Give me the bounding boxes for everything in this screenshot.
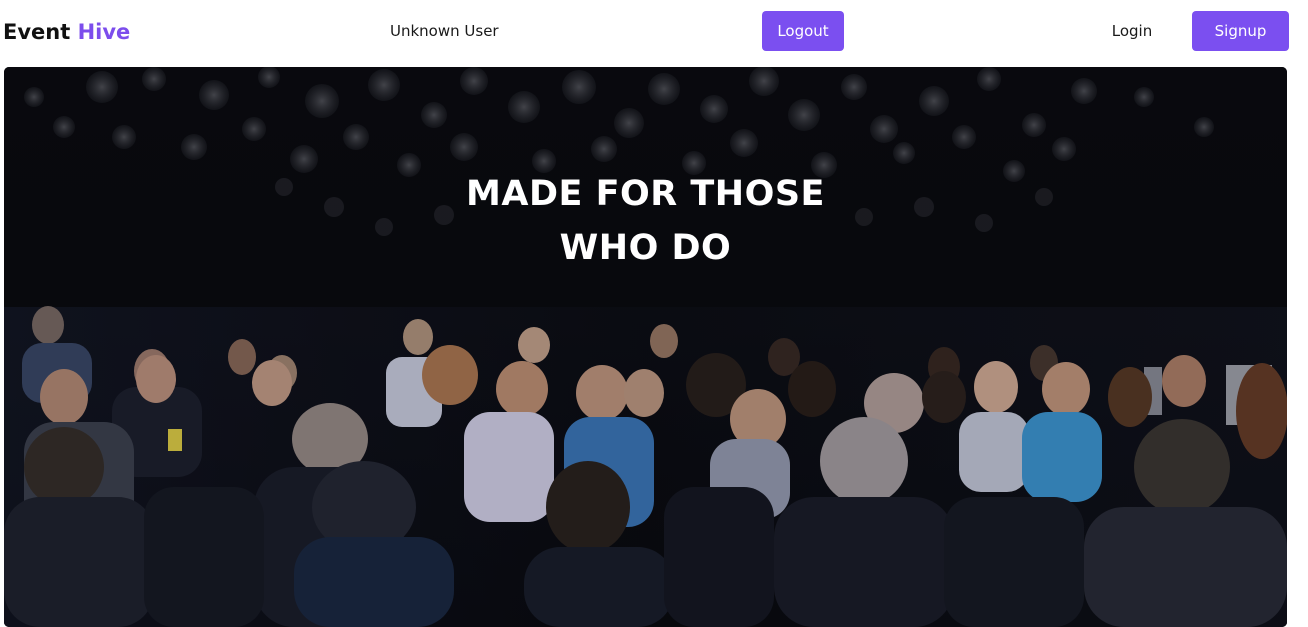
brand-name-event: Event bbox=[3, 20, 71, 44]
logout-button[interactable]: Logout bbox=[762, 11, 844, 51]
signup-button[interactable]: Signup bbox=[1192, 11, 1289, 51]
current-user-name: Unknown User bbox=[390, 22, 499, 40]
brand-name-hive: Hive bbox=[77, 20, 131, 44]
brand-logo[interactable]: Event Hive bbox=[3, 18, 130, 46]
hero-headline-line1: MADE FOR THOSE bbox=[466, 174, 825, 214]
hero-headline-line2: WHO DO bbox=[559, 228, 732, 268]
login-button[interactable]: Login bbox=[1100, 11, 1164, 51]
hero-banner: MADE FOR THOSE WHO DO bbox=[4, 67, 1287, 627]
hero-headline: MADE FOR THOSE WHO DO bbox=[4, 167, 1287, 275]
navbar: Event Hive Unknown User Logout Login Sig… bbox=[0, 0, 1308, 64]
hero-background-image bbox=[4, 67, 1287, 627]
